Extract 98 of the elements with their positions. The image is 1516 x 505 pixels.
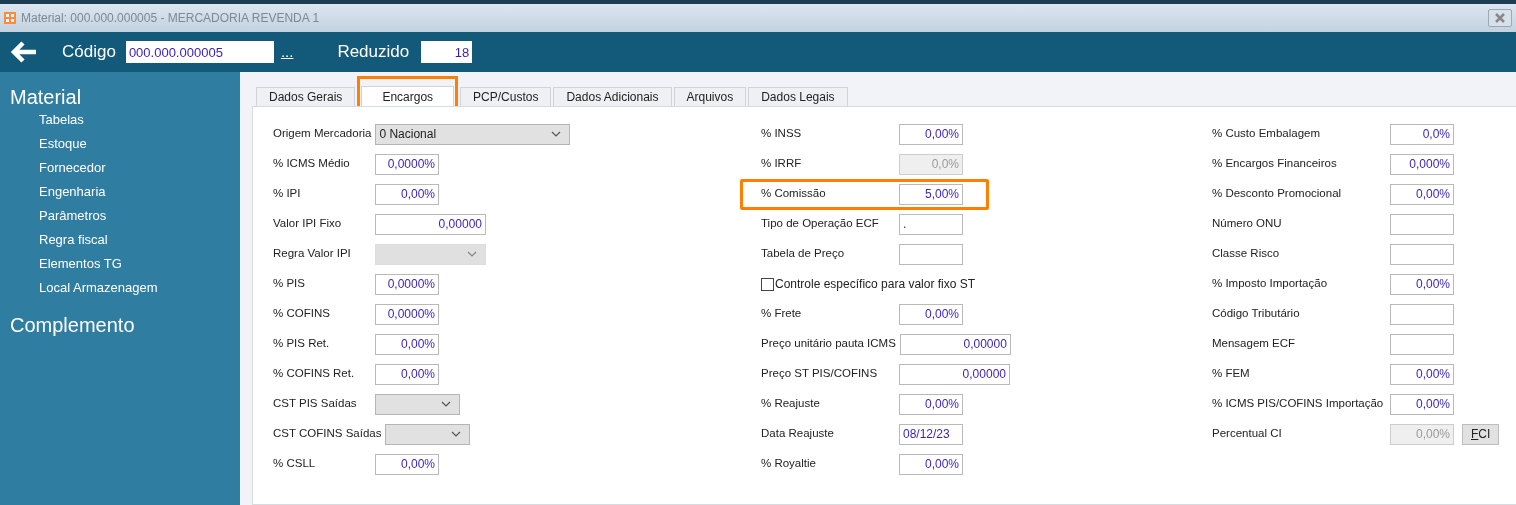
input-field[interactable]: 0,00%	[899, 453, 963, 475]
field-label: % Reajuste	[761, 396, 821, 412]
field-label: % Comissão	[761, 186, 827, 202]
field-label: Código Tributário	[1212, 306, 1301, 322]
code-label: Código	[62, 41, 116, 64]
field-label: CST PIS Saídas	[273, 396, 358, 412]
field-label: % CSLL	[273, 456, 317, 472]
input-field[interactable]: 0,00%	[899, 303, 963, 325]
input-field[interactable]	[1390, 243, 1454, 265]
sidebar-item[interactable]: Local Armazenagem	[0, 276, 240, 300]
field-label: CST COFINS Saídas	[273, 426, 383, 442]
input-field[interactable]: 0,00%	[375, 363, 439, 385]
back-arrow-icon[interactable]	[10, 41, 38, 63]
input-field[interactable]: 5,00%	[899, 183, 963, 205]
sidebar-item[interactable]: Elementos TG	[0, 252, 240, 276]
sidebar-item[interactable]: Parâmetros	[0, 204, 240, 228]
input-field[interactable]: 08/12/23	[899, 423, 963, 445]
code-field[interactable]: 000.000.000005	[125, 41, 274, 63]
tab[interactable]: Dados Adicionais	[553, 87, 672, 106]
input-field[interactable]: 0,00%	[375, 453, 439, 475]
chevron-down-icon	[441, 401, 451, 407]
chevron-down-icon	[551, 131, 562, 137]
sidebar-section-title[interactable]: Material	[0, 82, 240, 108]
field-label: Preço ST PIS/COFINS	[761, 366, 879, 382]
field-label: Preço unitário pauta ICMS	[761, 336, 897, 352]
field-label: % PIS Ret.	[273, 336, 331, 352]
app-icon	[4, 12, 16, 24]
input-field[interactable]: 0,00%	[1390, 183, 1454, 205]
field-label: % PIS	[273, 276, 306, 292]
input-field[interactable]: 0,00%	[1390, 273, 1454, 295]
field-label: Valor IPI Fixo	[273, 216, 343, 232]
close-icon	[1495, 13, 1505, 23]
field-label: % Royaltie	[761, 456, 817, 472]
sidebar-item[interactable]: Regra fiscal	[0, 228, 240, 252]
field-label: Tabela de Preço	[761, 246, 846, 262]
input-field[interactable]: 0,0000%	[375, 153, 439, 175]
input-field[interactable]	[899, 243, 963, 265]
field-label: % COFINS	[273, 306, 331, 322]
input-field[interactable]: 0,00%	[375, 183, 439, 205]
input-field[interactable]: 0,0%	[1390, 123, 1454, 145]
input-field[interactable]: .	[899, 213, 963, 235]
input-field[interactable]: 0,0000%	[375, 303, 439, 325]
reduced-label: Reduzido	[337, 41, 410, 64]
field-label: Regra Valor IPI	[273, 246, 352, 262]
field-label: % FEM	[1212, 366, 1251, 382]
tab[interactable]: PCP/Custos	[460, 87, 552, 106]
chevron-down-icon	[451, 431, 462, 437]
input-field[interactable]	[1390, 303, 1454, 325]
field-label: Data Reajuste	[761, 426, 835, 442]
field-label: % ICMS PIS/COFINS Importação	[1212, 396, 1385, 412]
sidebar-item[interactable]: Fornecedor	[0, 156, 240, 180]
tab[interactable]: Dados Gerais	[256, 87, 356, 106]
input-field[interactable]: 0,000%	[1390, 153, 1454, 175]
field-label: % Desconto Promocional	[1212, 186, 1343, 202]
field-label: Tipo de Operação ECF	[761, 216, 880, 232]
input-field[interactable]: 0,00000	[375, 213, 486, 235]
dropdown[interactable]: 0 Nacional	[375, 123, 571, 145]
dropdown[interactable]	[385, 423, 471, 445]
sidebar-section-title[interactable]: Complemento	[0, 310, 240, 336]
input-field[interactable]: 0,0000%	[375, 273, 439, 295]
sidebar-item[interactable]: Engenharia	[0, 180, 240, 204]
field-label: % ICMS Médio	[273, 156, 351, 172]
input-field[interactable]: 0,00%	[375, 333, 439, 355]
field-label: % Custo Embalagem	[1212, 126, 1322, 142]
input-field[interactable]	[1390, 213, 1454, 235]
field-label: Origem Mercadoria	[273, 126, 373, 142]
field-label: % COFINS Ret.	[273, 366, 356, 382]
input-field[interactable]: 0,00%	[1390, 393, 1454, 415]
field-label: % IRRF	[761, 156, 803, 172]
tab[interactable]: Arquivos	[673, 87, 747, 106]
input-field[interactable]: 0,00%	[899, 393, 963, 415]
field-label: % INSS	[761, 126, 803, 142]
field-label: % Imposto Importação	[1212, 276, 1329, 292]
checkbox-row[interactable]: Controle específico para valor fixo ST	[761, 275, 976, 293]
tab[interactable]: Dados Legais	[748, 87, 848, 106]
input-field[interactable]: 0,00000	[899, 363, 1010, 385]
input-field[interactable]	[1390, 333, 1454, 355]
sidebar-item[interactable]: Tabelas	[0, 108, 240, 132]
chevron-down-icon	[467, 251, 477, 257]
field-label: % Encargos Financeiros	[1212, 156, 1338, 172]
field-label: % Frete	[761, 306, 803, 322]
lookup-link[interactable]: ...	[280, 40, 294, 64]
field-label: Percentual CI	[1212, 426, 1283, 442]
field-label: Número ONU	[1212, 216, 1283, 232]
close-button[interactable]	[1488, 9, 1512, 27]
dropdown-value: 0 Nacional	[379, 126, 437, 143]
window-title: Material: 000.000.000005 - MERCADORIA REVENDA 1	[21, 10, 320, 27]
field-label: Classe Risco	[1212, 246, 1281, 262]
input-field[interactable]: 0,00%	[899, 123, 963, 145]
tab[interactable]: Encargos	[361, 86, 455, 106]
field-label: % IPI	[273, 186, 302, 202]
dropdown[interactable]	[375, 393, 460, 415]
input-field[interactable]: 0,00000	[899, 333, 1011, 355]
input-field[interactable]: 0,00%	[1390, 363, 1454, 385]
field-label: Mensagem ECF	[1212, 336, 1297, 352]
checkbox[interactable]	[761, 277, 774, 291]
reduced-field[interactable]: 18	[421, 41, 473, 63]
sidebar-item[interactable]: Estoque	[0, 132, 240, 156]
